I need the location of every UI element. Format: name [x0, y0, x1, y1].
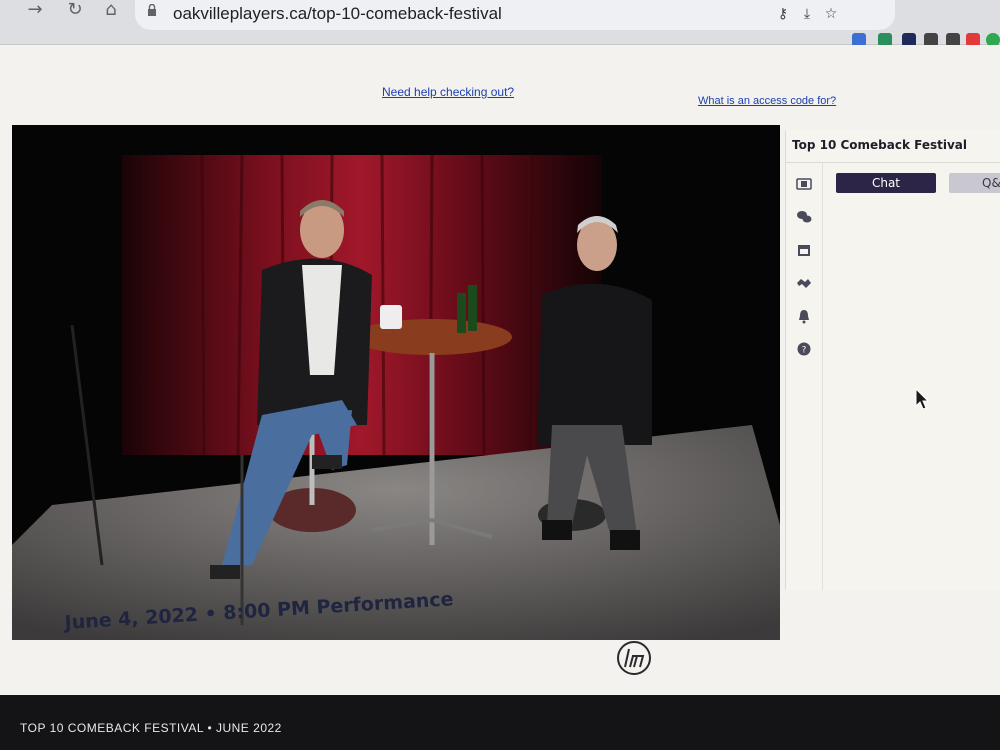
hp-logo-icon: [617, 641, 651, 675]
key-icon[interactable]: ⚷: [775, 6, 791, 22]
svg-text:?: ?: [802, 346, 807, 356]
chat-area[interactable]: [823, 198, 1000, 590]
handshake-icon[interactable]: [796, 275, 812, 291]
help-icon[interactable]: ?: [796, 341, 812, 357]
address-bar[interactable]: oakvilleplayers.ca/top-10-comeback-festi…: [135, 0, 895, 30]
calendar-icon[interactable]: [796, 242, 812, 258]
bell-icon[interactable]: [796, 308, 812, 324]
tab-qa[interactable]: Q&A: [949, 173, 1000, 193]
star-icon[interactable]: ☆: [823, 6, 839, 22]
video-frame: [12, 125, 780, 640]
url-text[interactable]: oakvilleplayers.ca/top-10-comeback-festi…: [173, 4, 502, 24]
film-icon[interactable]: [796, 176, 812, 192]
icon-rail: ?: [786, 163, 823, 590]
install-icon[interactable]: ⤓: [799, 6, 815, 22]
back-icon[interactable]: →: [22, 0, 48, 20]
reload-icon[interactable]: ↻: [62, 0, 88, 20]
chat-bubbles-icon[interactable]: [796, 209, 812, 225]
page-content: Need help checking out? What is an acces…: [0, 45, 1000, 695]
event-side-panel: Top 10 Comeback Festival ? Chat Q&: [785, 130, 1000, 590]
access-code-link[interactable]: What is an access code for?: [698, 95, 836, 107]
panel-header: Top 10 Comeback Festival: [786, 130, 1000, 163]
cafe-table: [352, 319, 512, 355]
lock-icon: [148, 4, 156, 16]
tab-chat[interactable]: Chat: [836, 173, 936, 193]
home-icon[interactable]: ⌂: [98, 0, 124, 20]
checkout-help-link[interactable]: Need help checking out?: [382, 85, 514, 99]
mouse-cursor-icon: [915, 388, 929, 410]
mug: [380, 305, 402, 329]
image-caption: TOP 10 COMEBACK FESTIVAL • JUNE 2022: [20, 721, 282, 735]
bottle: [457, 293, 466, 333]
video-player[interactable]: [12, 125, 780, 640]
panel-title: Top 10 Comeback Festival: [792, 138, 968, 152]
bottle: [468, 285, 477, 331]
browser-toolbar: → ↻ ⌂ oakvilleplayers.ca/top-10-comeback…: [0, 0, 1000, 47]
